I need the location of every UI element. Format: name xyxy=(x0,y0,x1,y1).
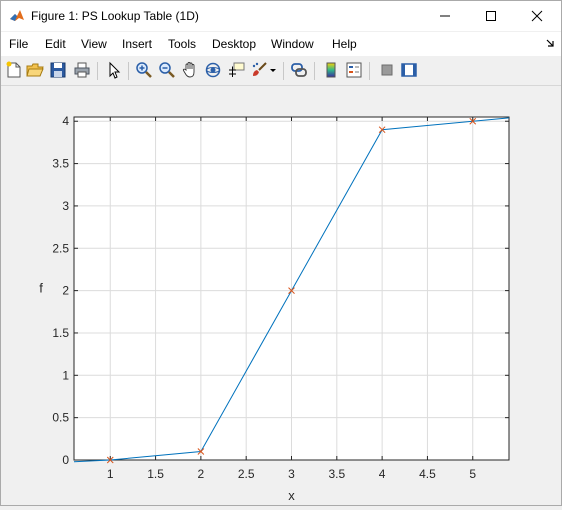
x-tick-label: 2 xyxy=(198,467,205,481)
x-tick-label: 1 xyxy=(107,467,114,481)
figure-canvas: 1 1.5 2 2.5 3 3.5 4 4.5 5 0 0.5 1 1.5 2 2.5 3 3.5 4 x f xyxy=(1,87,561,505)
legend-icon[interactable] xyxy=(345,61,363,79)
y-tick-label: 2 xyxy=(62,284,69,298)
matlab-logo-icon xyxy=(9,8,25,24)
menu-desktop[interactable]: Desktop xyxy=(212,37,256,51)
pointer-icon[interactable] xyxy=(105,61,123,79)
x-tick-label: 4.5 xyxy=(419,467,436,481)
y-tick-label: 1 xyxy=(62,368,69,382)
y-tick-label: 1.5 xyxy=(52,326,69,340)
y-tick-label: 3.5 xyxy=(52,157,69,171)
menu-insert[interactable]: Insert xyxy=(122,37,152,51)
save-icon[interactable] xyxy=(49,61,67,79)
brush-dropdown-icon[interactable] xyxy=(268,61,278,79)
toolbar-separator xyxy=(314,62,315,80)
title-bar[interactable]: Figure 1: PS Lookup Table (1D) xyxy=(1,1,561,31)
menu-bar: File Edit View Insert Tools Desktop Wind… xyxy=(1,32,561,56)
figure-window: Figure 1: PS Lookup Table (1D) File Edit… xyxy=(0,0,562,506)
x-tick-label: 2.5 xyxy=(238,467,255,481)
open-file-icon[interactable] xyxy=(26,61,44,79)
plot-area[interactable]: 1 1.5 2 2.5 3 3.5 4 4.5 5 0 0.5 1 1.5 2 2.5 3 3.5 4 x f xyxy=(1,87,561,505)
hide-plot-tools-icon[interactable] xyxy=(378,61,396,79)
x-tick-label: 3 xyxy=(288,467,295,481)
maximize-icon xyxy=(486,11,496,21)
colorbar-icon[interactable] xyxy=(322,61,340,79)
x-tick-label: 3.5 xyxy=(328,467,345,481)
zoom-in-icon[interactable] xyxy=(135,61,153,79)
minimize-icon xyxy=(440,15,450,17)
data-cursor-icon[interactable] xyxy=(227,61,245,79)
menu-tools[interactable]: Tools xyxy=(168,37,196,51)
menu-view[interactable]: View xyxy=(81,37,107,51)
show-plot-tools-icon[interactable] xyxy=(400,61,418,79)
y-tick-label: 0.5 xyxy=(52,411,69,425)
figure-toolbar xyxy=(1,57,561,86)
x-tick-label: 4 xyxy=(379,467,386,481)
x-tick-label: 1.5 xyxy=(147,467,164,481)
brush-icon[interactable] xyxy=(250,61,268,79)
x-tick-label: 5 xyxy=(469,467,476,481)
toolbar-separator xyxy=(97,62,98,80)
toolbar-separator xyxy=(369,62,370,80)
print-icon[interactable] xyxy=(73,61,91,79)
y-tick-label: 2.5 xyxy=(52,241,69,255)
y-tick-label: 3 xyxy=(62,199,69,213)
dock-arrow-icon[interactable] xyxy=(545,38,555,48)
rotate-3d-icon[interactable] xyxy=(204,61,222,79)
minimize-button[interactable] xyxy=(422,1,468,31)
y-tick-label: 0 xyxy=(62,453,69,467)
menu-help[interactable]: Help xyxy=(332,37,357,51)
link-plot-icon[interactable] xyxy=(290,61,308,79)
toolbar-separator xyxy=(283,62,284,80)
close-button[interactable] xyxy=(514,1,560,31)
pan-icon[interactable] xyxy=(181,61,199,79)
menu-edit[interactable]: Edit xyxy=(45,37,66,51)
y-axis-label: f xyxy=(39,281,43,296)
maximize-button[interactable] xyxy=(468,1,514,31)
window-title: Figure 1: PS Lookup Table (1D) xyxy=(31,9,199,23)
menu-window[interactable]: Window xyxy=(271,37,314,51)
menu-file[interactable]: File xyxy=(9,37,28,51)
toolbar-separator xyxy=(128,62,129,80)
y-tick-label: 4 xyxy=(62,114,69,128)
close-icon xyxy=(531,10,543,22)
x-axis-label: x xyxy=(288,488,295,503)
zoom-out-icon[interactable] xyxy=(158,61,176,79)
new-figure-icon[interactable] xyxy=(5,61,23,79)
